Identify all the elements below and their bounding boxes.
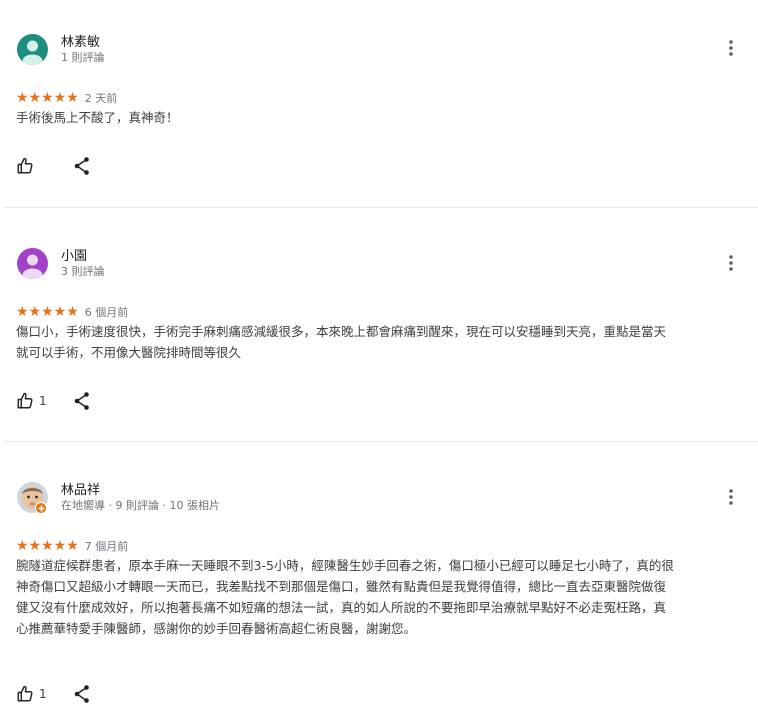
share-button[interactable] xyxy=(73,391,91,415)
like-button[interactable]: 1 xyxy=(16,685,47,703)
share-button[interactable] xyxy=(73,156,91,180)
rating-row: ★★★★★ 7 個月前 xyxy=(16,538,128,554)
plus-icon xyxy=(38,505,44,511)
reviewer-meta[interactable]: 在地嚮導 · 9 則評論 · 10 張相片 xyxy=(61,499,220,513)
more-options-button[interactable] xyxy=(722,487,740,507)
review-actions: 1 xyxy=(16,684,89,704)
review-card: 林素敏 1 則評論 ★★★★★ 2 天前 手術後馬上不酸了，真神奇！ xyxy=(0,0,758,207)
reviewer-name[interactable]: 林素敏 xyxy=(61,35,100,51)
share-icon xyxy=(74,392,89,410)
reviewer-meta[interactable]: 1 則評論 xyxy=(61,51,105,65)
share-button[interactable] xyxy=(73,684,91,708)
review-date: 7 個月前 xyxy=(84,540,129,553)
review-date: 2 天前 xyxy=(84,92,118,105)
rating-row: ★★★★★ 2 天前 xyxy=(16,90,117,106)
rating-row: ★★★★★ 6 個月前 xyxy=(16,304,128,320)
person-silhouette-icon xyxy=(17,248,48,279)
review-text: 腕隧道症候群患者，原本手麻一天睡眼不到3-5小時，經陳醫生妙手回春之術，傷口極小… xyxy=(16,558,674,636)
like-button[interactable] xyxy=(16,157,39,175)
thumb-up-icon xyxy=(17,685,33,702)
local-guide-badge-icon xyxy=(35,502,47,514)
reviewer-name[interactable]: 林品祥 xyxy=(61,483,100,499)
like-count: 1 xyxy=(39,687,47,701)
more-options-button[interactable] xyxy=(722,38,740,58)
review-date: 6 個月前 xyxy=(84,306,129,319)
reviewer-meta[interactable]: 3 則評論 xyxy=(61,265,105,279)
share-icon xyxy=(74,685,89,703)
more-options-button[interactable] xyxy=(722,253,740,273)
like-count: 1 xyxy=(39,394,47,408)
star-rating: ★★★★★ xyxy=(16,538,79,554)
share-icon xyxy=(74,157,89,175)
thumb-up-icon xyxy=(17,392,33,409)
star-rating: ★★★★★ xyxy=(16,90,79,106)
more-vert-icon xyxy=(729,255,733,271)
thumb-up-icon xyxy=(17,157,33,174)
star-rating: ★★★★★ xyxy=(16,304,79,320)
review-text: 傷口小，手術速度很快，手術完手麻刺痛感減緩很多，本來晚上都會麻痛到醒來，現在可以… xyxy=(16,324,667,360)
more-vert-icon xyxy=(729,489,733,505)
review-actions xyxy=(16,156,89,176)
avatar[interactable] xyxy=(17,34,48,65)
like-button[interactable]: 1 xyxy=(16,392,47,410)
more-vert-icon xyxy=(729,40,733,56)
review-card: 林品祥 在地嚮導 · 9 則評論 · 10 張相片 ★★★★★ 7 個月前 腕隧… xyxy=(0,442,758,722)
reviewer-name[interactable]: 小園 xyxy=(61,249,87,265)
review-actions: 1 xyxy=(16,391,89,411)
review-text: 手術後馬上不酸了，真神奇！ xyxy=(16,110,179,125)
person-silhouette-icon xyxy=(17,34,48,65)
review-card: 小園 3 則評論 ★★★★★ 6 個月前 傷口小，手術速度很快，手術完手麻刺痛感… xyxy=(0,208,758,441)
avatar[interactable] xyxy=(17,248,48,279)
